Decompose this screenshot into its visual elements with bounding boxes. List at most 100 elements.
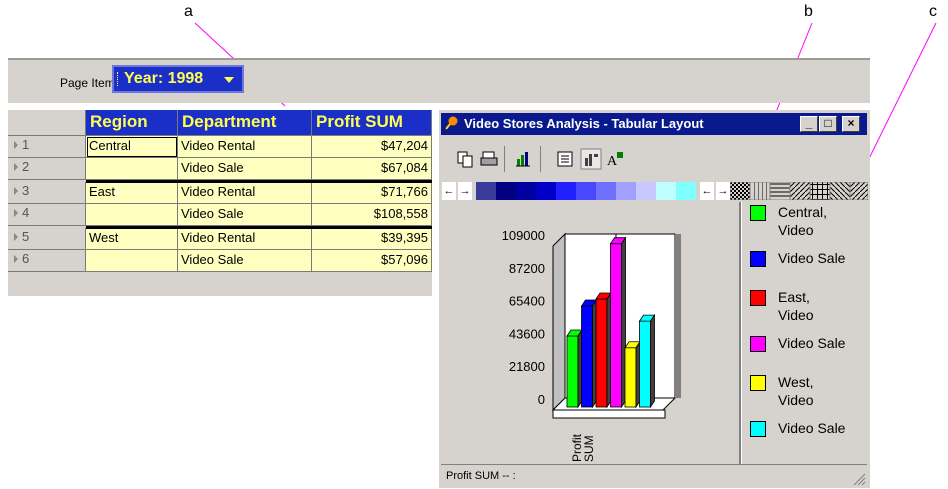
cell-department[interactable]: Video Rental	[178, 182, 312, 204]
legend-swatch[interactable]	[750, 205, 766, 221]
app-icon	[445, 116, 458, 130]
bar	[595, 298, 608, 408]
row-header[interactable]: 5	[8, 228, 86, 250]
row-number: 3	[22, 183, 30, 198]
cell-profit-sum[interactable]: $108,558	[312, 204, 432, 226]
toolbar-separator	[540, 146, 541, 172]
cell-region[interactable]	[86, 158, 178, 180]
bar	[566, 335, 579, 408]
cell-profit-sum[interactable]: $39,395	[312, 228, 432, 250]
palette-swatch[interactable]	[676, 182, 696, 200]
year-dropdown[interactable]: Year: 1998	[112, 65, 244, 93]
cell-region[interactable]	[86, 204, 178, 226]
cell-department[interactable]: Video Rental	[178, 228, 312, 250]
row-marker-icon	[14, 209, 18, 217]
row-marker-icon	[14, 187, 18, 195]
bar	[581, 305, 593, 408]
row-number: 2	[22, 159, 30, 174]
row-header[interactable]: 1	[8, 136, 86, 158]
row-number: 1	[22, 137, 30, 152]
close-button[interactable]: ×	[842, 116, 860, 132]
palette-swatch[interactable]	[616, 182, 636, 200]
print-icon[interactable]	[478, 148, 500, 170]
cell-profit-sum[interactable]: $71,766	[312, 182, 432, 204]
bar	[624, 347, 637, 408]
palette-swatch[interactable]	[556, 182, 576, 200]
cell-department[interactable]: Video Sale	[178, 204, 312, 226]
column-header-label: Department	[182, 112, 277, 131]
palette-swatch[interactable]	[516, 182, 536, 200]
row-number: 6	[22, 251, 30, 266]
cell-region[interactable]: West	[86, 228, 178, 250]
row-header[interactable]: 3	[8, 182, 86, 204]
drag-grip-icon[interactable]	[117, 72, 120, 86]
row-header[interactable]: 4	[8, 204, 86, 226]
copy-icon[interactable]	[454, 148, 476, 170]
minimize-button[interactable]: _	[800, 116, 818, 132]
legend-label: East,	[778, 289, 810, 305]
pattern-palette[interactable]	[730, 182, 868, 200]
y-tick-label: 87200	[509, 261, 545, 276]
svg-text:A: A	[607, 154, 618, 169]
cell-region[interactable]: Central	[86, 136, 178, 158]
font-icon[interactable]: A	[604, 148, 626, 170]
row-number: 4	[22, 205, 30, 220]
resize-grip-icon[interactable]	[852, 472, 866, 486]
column-header-region[interactable]: Region	[86, 110, 178, 136]
bar	[610, 243, 622, 408]
bar-chart: 109000 87200 65400 43600 21800 0 ProfitSUM	[502, 228, 681, 462]
maximize-button[interactable]: □	[819, 116, 837, 132]
legend-label: Video Sale	[778, 335, 846, 351]
chevron-down-icon[interactable]	[224, 77, 234, 83]
cell-profit-sum[interactable]: $57,096	[312, 250, 432, 272]
grid-corner-cell[interactable]	[8, 110, 86, 136]
row-marker-icon	[14, 233, 18, 241]
palette-swatch[interactable]	[596, 182, 616, 200]
cell-department[interactable]: Video Sale	[178, 250, 312, 272]
column-header-profit-sum[interactable]: Profit SUM	[312, 110, 432, 136]
legend-label: Video	[778, 307, 814, 323]
arrow-right-icon[interactable]: →	[458, 182, 472, 200]
row-marker-icon	[14, 141, 18, 149]
chart-type-icon[interactable]	[580, 148, 602, 170]
window-title: Video Stores Analysis - Tabular Layout	[464, 116, 704, 131]
legend-swatch[interactable]	[750, 290, 766, 306]
y-tick-label: 43600	[509, 326, 545, 341]
legend-label: Central,	[778, 204, 828, 220]
pattern-arrow-left-icon[interactable]: ←	[700, 182, 714, 200]
column-header-department[interactable]: Department	[178, 110, 312, 136]
legend-toggle-icon[interactable]	[554, 148, 576, 170]
palette-swatch[interactable]	[496, 182, 516, 200]
column-header-label: Profit SUM	[316, 112, 403, 131]
bar-side	[650, 313, 655, 409]
group-separator	[86, 180, 432, 183]
palette-swatch[interactable]	[656, 182, 676, 200]
palette-swatch[interactable]	[636, 182, 656, 200]
cell-profit-sum[interactable]: $47,204	[312, 136, 432, 158]
legend-label: West,	[778, 374, 814, 390]
palette-swatch[interactable]	[576, 182, 596, 200]
cell-region[interactable]	[86, 250, 178, 272]
bar	[639, 320, 651, 408]
palette-swatch[interactable]	[536, 182, 556, 200]
row-header[interactable]: 6	[8, 250, 86, 272]
legend-swatch[interactable]	[750, 421, 766, 437]
cell-department[interactable]: Video Sale	[178, 158, 312, 180]
row-header[interactable]: 2	[8, 158, 86, 180]
cell-profit-sum[interactable]: $67,084	[312, 158, 432, 180]
legend-swatch[interactable]	[750, 251, 766, 267]
status-text: Profit SUM -- :	[446, 470, 516, 482]
arrow-left-icon[interactable]: ←	[442, 182, 456, 200]
cell-region[interactable]: East	[86, 182, 178, 204]
chart-base	[552, 409, 666, 419]
cell-department[interactable]: Video Rental	[178, 136, 312, 158]
category-label: ProfitSUM	[570, 433, 596, 462]
chart-side-wall	[552, 232, 566, 412]
year-dropdown-value: Year: 1998	[124, 70, 204, 87]
bar-chart-icon[interactable]	[512, 148, 534, 170]
legend-swatch[interactable]	[750, 375, 766, 391]
pattern-arrow-right-icon[interactable]: →	[716, 182, 730, 200]
legend-swatch[interactable]	[750, 336, 766, 352]
y-tick-label: 65400	[509, 294, 545, 309]
palette-swatch[interactable]	[476, 182, 496, 200]
